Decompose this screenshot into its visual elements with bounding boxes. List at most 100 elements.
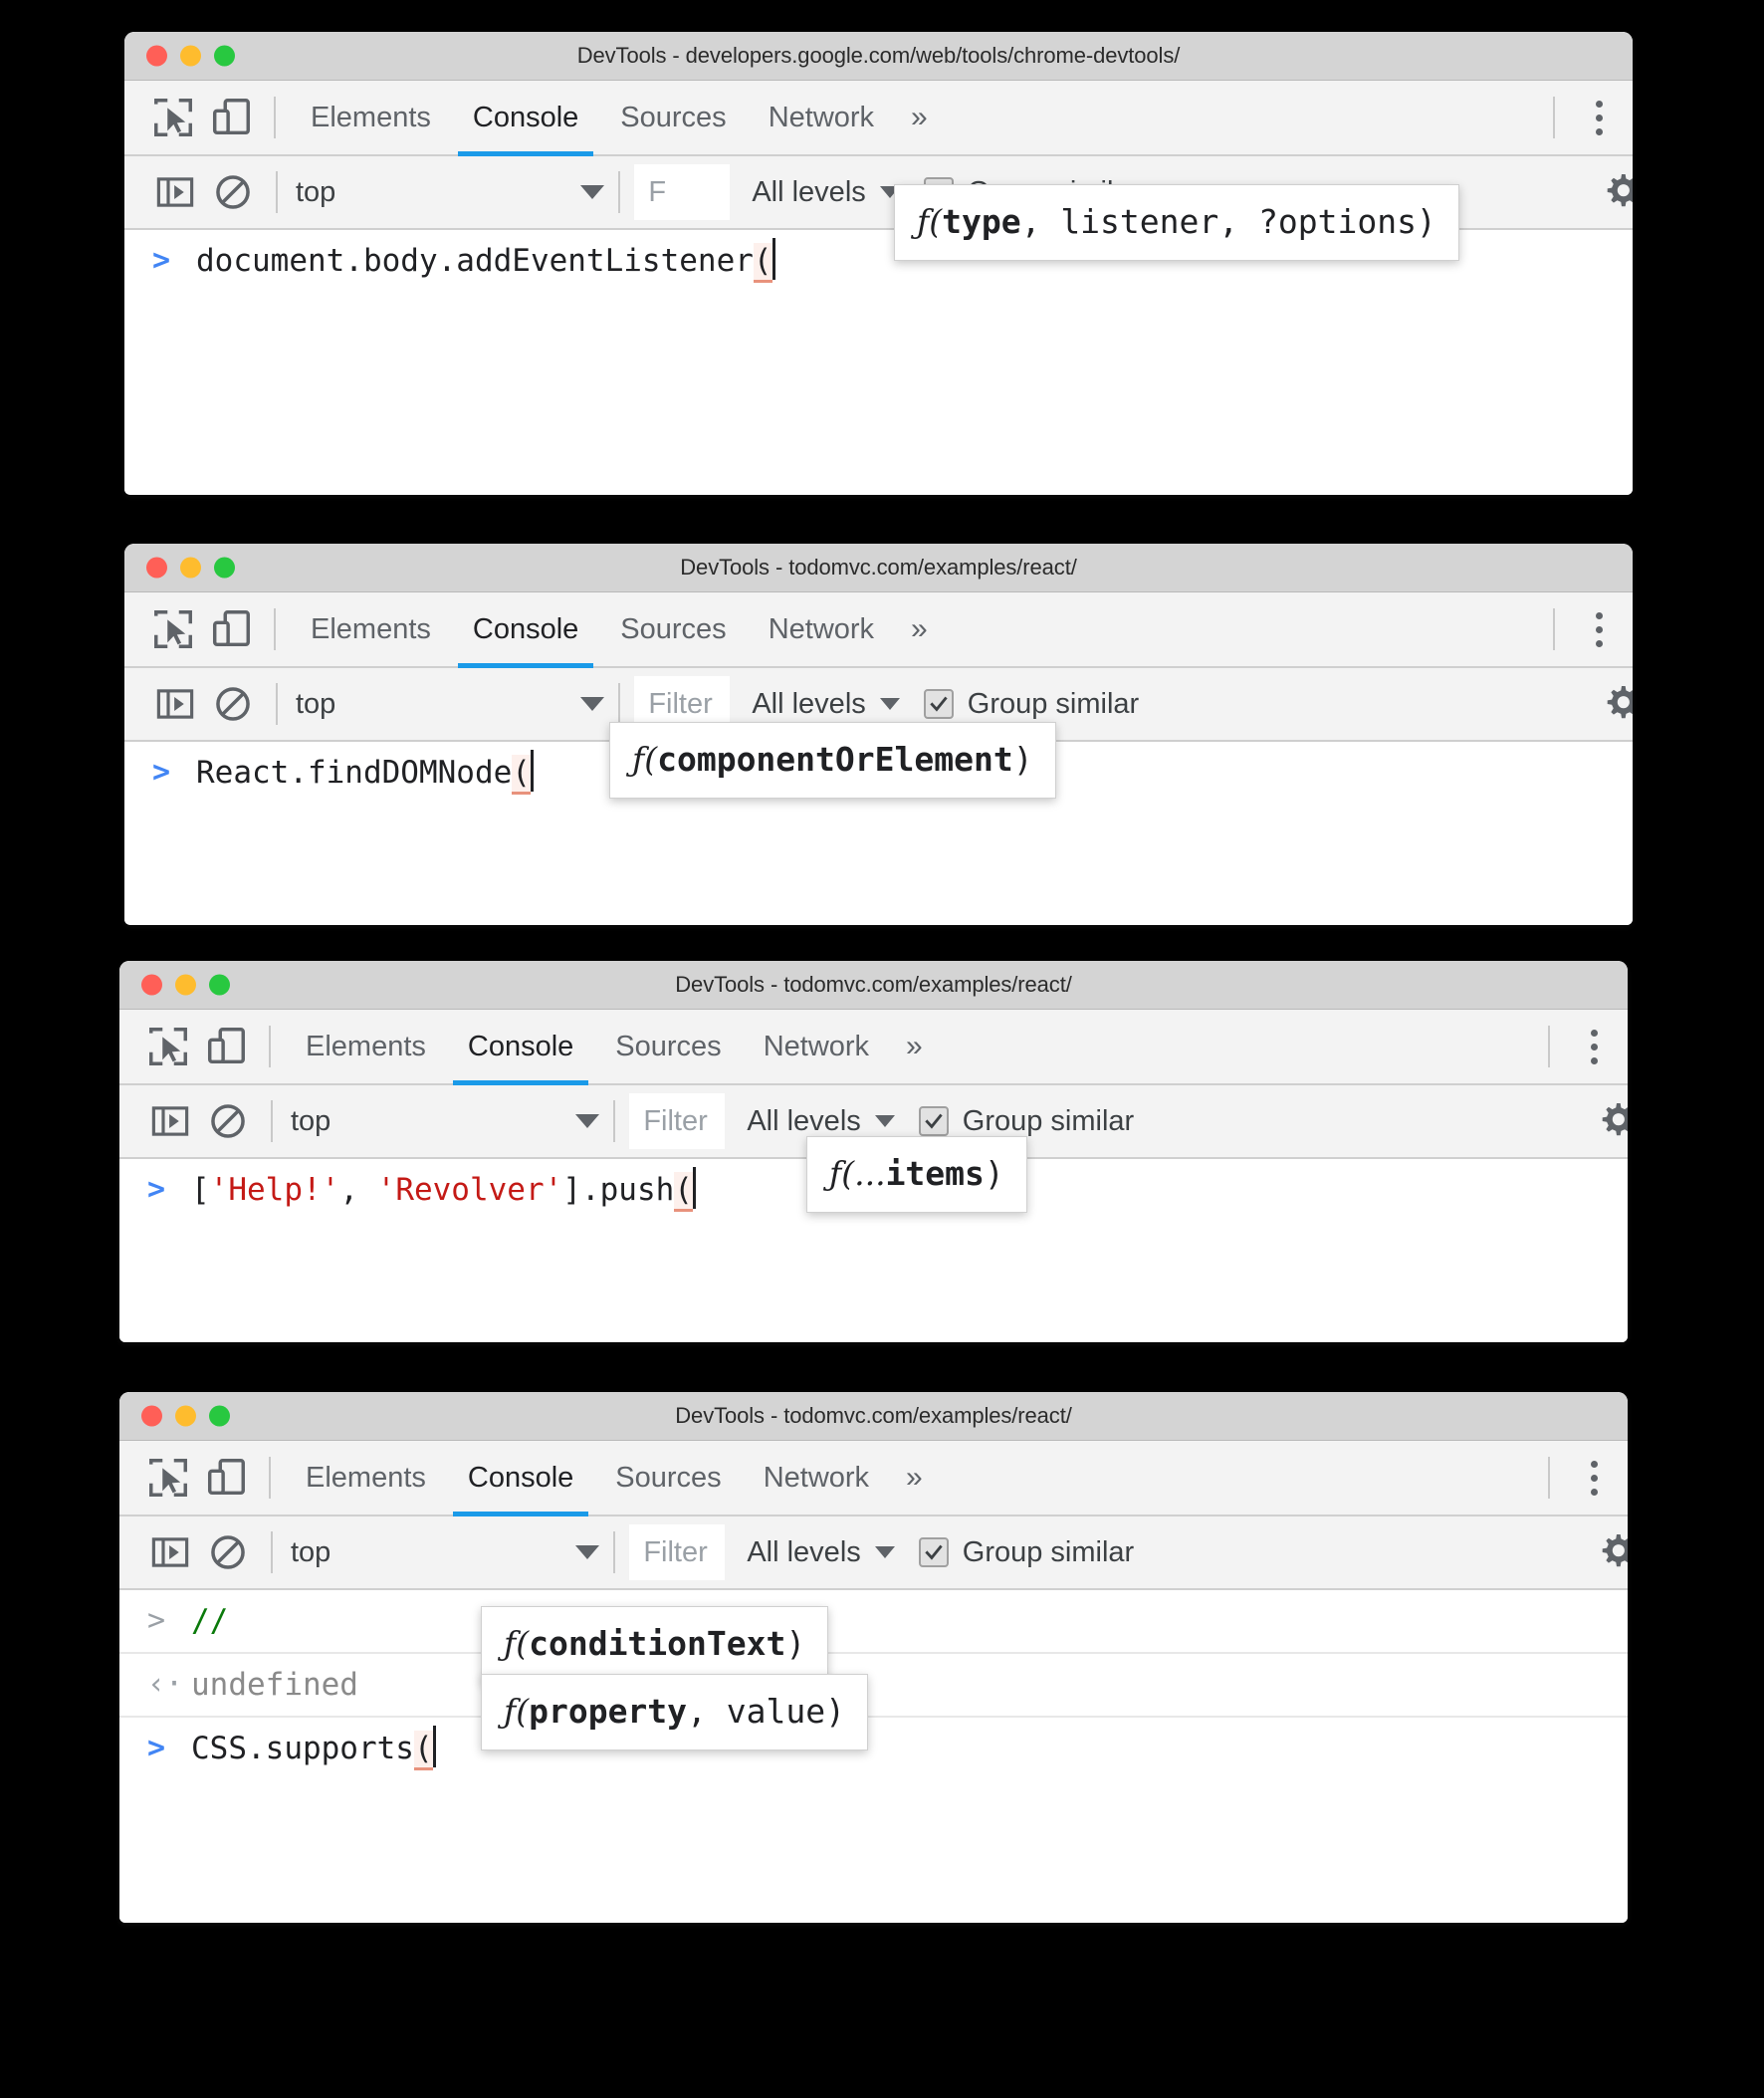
device-toolbar-icon[interactable] (197, 1449, 255, 1507)
traffic-lights[interactable] (141, 974, 230, 996)
inspect-element-icon[interactable] (144, 600, 202, 658)
close-window-button[interactable] (141, 1405, 162, 1427)
clear-console-icon[interactable] (204, 675, 262, 733)
minimize-window-button[interactable] (180, 557, 201, 579)
tab-console[interactable]: Console (452, 591, 599, 669)
console-prompt-row[interactable]: > CSS.supports( (119, 1718, 1628, 1779)
close-window-button[interactable] (141, 974, 162, 996)
execution-context-selector[interactable]: top (287, 1105, 331, 1138)
tab-console[interactable]: Console (447, 1440, 594, 1517)
maximize-window-button[interactable] (214, 45, 235, 67)
tabbar-divider-right (1553, 608, 1555, 650)
tab-network[interactable]: Network (748, 591, 895, 667)
filter-input[interactable]: F (634, 164, 731, 220)
group-similar-checkbox[interactable] (918, 1537, 949, 1567)
more-options-icon[interactable] (1569, 89, 1629, 146)
tab-network[interactable]: Network (748, 80, 895, 155)
tab-overflow-chevron-icon[interactable]: » (895, 80, 944, 155)
inspect-element-icon[interactable] (139, 1018, 197, 1075)
tab-console[interactable]: Console (447, 1009, 594, 1086)
more-options-icon[interactable] (1564, 1018, 1624, 1075)
console-input-text[interactable]: CSS.supports( (191, 1726, 436, 1771)
tab-overflow-chevron-icon[interactable]: » (890, 1440, 939, 1515)
console-sidebar-toggle-icon[interactable] (141, 1523, 199, 1581)
execution-context-chevron-down-icon[interactable] (580, 185, 605, 199)
tooltip-function-prefix: ƒ( (917, 202, 943, 241)
execution-context-selector[interactable]: top (287, 1536, 331, 1569)
group-similar-toggle[interactable]: Group similar (918, 1105, 1134, 1138)
tab-sources[interactable]: Sources (599, 80, 747, 155)
group-similar-checkbox[interactable] (923, 689, 954, 719)
tab-elements[interactable]: Elements (285, 1009, 447, 1084)
execution-context-label: top (296, 687, 336, 720)
console-history-row[interactable]: > // (119, 1590, 1628, 1654)
clear-console-icon[interactable] (204, 163, 262, 221)
console-input-text[interactable]: ['Help!', 'Revolver'].push( (191, 1167, 696, 1213)
settings-gear-icon[interactable] (1599, 681, 1633, 727)
group-similar-toggle[interactable]: Group similar (918, 1536, 1134, 1569)
log-level-selector[interactable]: All levels (752, 176, 900, 209)
minimize-window-button[interactable] (175, 1405, 196, 1427)
comment-text: // (191, 1603, 229, 1639)
tab-elements[interactable]: Elements (290, 591, 452, 667)
settings-gear-icon[interactable] (1594, 1529, 1628, 1575)
inspect-element-icon[interactable] (139, 1449, 197, 1507)
group-similar-checkbox[interactable] (918, 1106, 949, 1136)
result-arrow-icon: ‹· (147, 1667, 184, 1702)
tab-network[interactable]: Network (743, 1440, 890, 1515)
log-level-chevron-down-icon[interactable] (874, 1115, 895, 1127)
maximize-window-button[interactable] (214, 557, 235, 579)
more-options-icon[interactable] (1569, 600, 1629, 658)
execution-context-chevron-down-icon[interactable] (580, 697, 605, 711)
log-level-chevron-down-icon[interactable] (879, 698, 900, 710)
device-toolbar-icon[interactable] (197, 1018, 255, 1075)
log-level-selector[interactable]: All levels (747, 1105, 895, 1138)
log-level-selector[interactable]: All levels (752, 688, 900, 721)
traffic-lights[interactable] (146, 45, 235, 67)
minimize-window-button[interactable] (175, 974, 196, 996)
device-toolbar-icon[interactable] (202, 89, 260, 146)
tab-network[interactable]: Network (743, 1009, 890, 1084)
tab-elements[interactable]: Elements (290, 80, 452, 155)
tab-overflow-chevron-icon[interactable]: » (895, 591, 944, 667)
console-output[interactable]: > document.body.addEventListener( (124, 230, 1633, 494)
filter-input[interactable]: Filter (629, 1524, 726, 1580)
tab-elements[interactable]: Elements (285, 1440, 447, 1515)
window-titlebar: DevTools - todomvc.com/examples/react/ (119, 1392, 1628, 1441)
execution-context-chevron-down-icon[interactable] (575, 1545, 600, 1559)
tab-sources[interactable]: Sources (594, 1009, 742, 1084)
device-toolbar-icon[interactable] (202, 600, 260, 658)
minimize-window-button[interactable] (180, 45, 201, 67)
tab-sources[interactable]: Sources (594, 1440, 742, 1515)
tab-overflow-chevron-icon[interactable]: » (890, 1009, 939, 1084)
tab-sources[interactable]: Sources (599, 591, 747, 667)
execution-context-selector[interactable]: top (292, 176, 335, 209)
log-level-selector[interactable]: All levels (747, 1536, 895, 1569)
inspect-element-icon[interactable] (144, 89, 202, 146)
console-result-row[interactable]: ‹· undefined (119, 1654, 1628, 1718)
log-level-chevron-down-icon[interactable] (874, 1546, 895, 1558)
execution-context-selector[interactable]: top (292, 688, 335, 721)
console-sidebar-toggle-icon[interactable] (146, 163, 204, 221)
execution-context-chevron-down-icon[interactable] (575, 1114, 600, 1128)
console-sidebar-toggle-icon[interactable] (141, 1092, 199, 1150)
clear-console-icon[interactable] (199, 1523, 257, 1581)
settings-gear-icon[interactable] (1599, 169, 1633, 215)
clear-console-icon[interactable] (199, 1092, 257, 1150)
settings-gear-icon[interactable] (1594, 1098, 1628, 1144)
traffic-lights[interactable] (146, 557, 235, 579)
console-output[interactable]: > // ‹· undefined > CSS.supports( (119, 1590, 1628, 1922)
prompt-chevron-icon: > (147, 1731, 166, 1765)
tab-console[interactable]: Console (452, 80, 599, 157)
group-similar-toggle[interactable]: Group similar (923, 688, 1139, 721)
maximize-window-button[interactable] (209, 1405, 230, 1427)
console-input-text[interactable]: document.body.addEventListener( (196, 238, 775, 284)
console-sidebar-toggle-icon[interactable] (146, 675, 204, 733)
maximize-window-button[interactable] (209, 974, 230, 996)
close-window-button[interactable] (146, 45, 167, 67)
traffic-lights[interactable] (141, 1405, 230, 1427)
filter-input[interactable]: Filter (629, 1093, 726, 1149)
console-input-text[interactable]: React.findDOMNode( (196, 750, 534, 796)
close-window-button[interactable] (146, 557, 167, 579)
more-options-icon[interactable] (1564, 1449, 1624, 1507)
